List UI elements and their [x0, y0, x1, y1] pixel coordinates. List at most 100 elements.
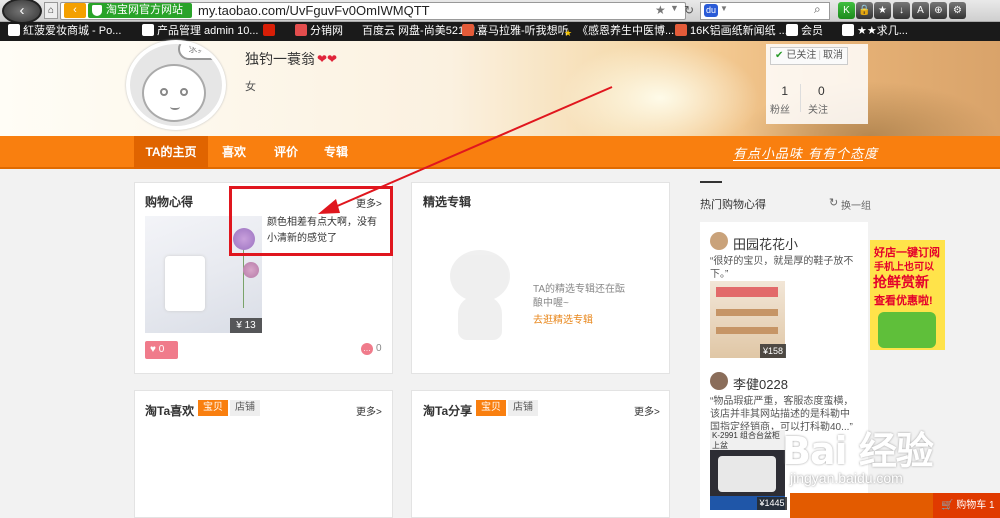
- albums-empty-text: TA的精选专辑还在酝酿中喔~: [533, 284, 626, 309]
- refresh-icon[interactable]: ↻: [684, 3, 694, 17]
- bookmark-item[interactable]: 紅菠爱妆商城 - Po...: [8, 22, 121, 41]
- liked-items-more-link[interactable]: 更多>: [356, 403, 382, 418]
- bookmark-item[interactable]: ★ 《感恩养生中医博...: [562, 22, 674, 41]
- liked-items-title: 淘Ta喜欢: [145, 404, 195, 418]
- shared-tab-shops[interactable]: 店铺: [508, 400, 538, 416]
- back-chevron-icon[interactable]: ‹: [64, 3, 86, 18]
- star-icon[interactable]: ★: [874, 2, 891, 19]
- page-icon: [842, 24, 854, 36]
- banner-light: [560, 41, 760, 136]
- bookmark-label: 分销网: [310, 25, 343, 37]
- tab-albums[interactable]: 专辑: [314, 136, 358, 169]
- review-product-price: ¥158: [760, 344, 786, 358]
- avatar[interactable]: 求真信: [126, 40, 226, 130]
- page-icon: [142, 24, 154, 36]
- bookmark-label: 喜马拉雅-听我想听: [477, 25, 569, 37]
- ximalaya-icon: [462, 24, 474, 36]
- tab-home[interactable]: TA的主页: [134, 136, 208, 169]
- review-snippet[interactable]: “很好的宝贝，就是厚的鞋子放不下。”: [710, 255, 856, 281]
- tab-reviews[interactable]: 评价: [264, 136, 308, 169]
- bookmarks-bar: 紅菠爱妆商城 - Po... 产品管理 admin 10... 分销网 百度云 网盘-…: [0, 22, 1000, 41]
- featured-albums-title: 精选专辑: [423, 195, 472, 209]
- avatar-face-icon: [142, 64, 206, 122]
- profile-name: 独钓一蓑翁: [245, 51, 315, 67]
- ad-headline: 抢鲜赏新: [873, 274, 929, 290]
- taobao-icon: [675, 24, 687, 36]
- review-user-name[interactable]: 田园花花小: [733, 234, 798, 253]
- k-icon[interactable]: K: [838, 2, 855, 19]
- search-engine-dropdown-icon[interactable]: ▼: [720, 4, 728, 13]
- user-avatar[interactable]: [710, 372, 728, 390]
- search-icon[interactable]: ⌕: [814, 2, 821, 17]
- bookmark-item[interactable]: 分销网: [295, 22, 343, 41]
- swap-batch-button[interactable]: 换一组: [841, 197, 871, 212]
- review-user-name[interactable]: 李健0228: [733, 374, 788, 393]
- cart-label: 购物车: [956, 500, 987, 511]
- ad-line: 手机上也可以: [874, 262, 934, 273]
- zoom-icon[interactable]: ⊕: [930, 2, 947, 19]
- ad-line: 查看优惠啦!: [874, 295, 933, 307]
- like-count: 0: [158, 344, 165, 355]
- bookmark-label: 紅菠爱妆商城 - Po...: [23, 25, 122, 37]
- url-dropdown-icon[interactable]: ▼: [670, 3, 679, 13]
- following-label: 关注: [808, 105, 828, 116]
- fans-label: 粉丝: [770, 105, 790, 116]
- bookmark-star-icon[interactable]: ★: [655, 3, 666, 17]
- page-icon: [786, 24, 798, 36]
- font-icon[interactable]: A: [912, 2, 929, 19]
- baidu-jingyan-watermark: Bai 经验: [782, 429, 934, 473]
- bookmark-label: 产品管理 admin 10...: [157, 25, 259, 37]
- shopping-reviews-title: 购物心得: [145, 195, 194, 209]
- profile-gender: 女: [245, 81, 256, 93]
- star-icon: ★: [563, 28, 573, 38]
- slogan-underline: [733, 160, 863, 161]
- bookmark-label: 会员: [801, 25, 823, 37]
- browse-albums-link[interactable]: 去逛精选专辑: [533, 311, 593, 326]
- follow-status-button[interactable]: ✔ 已关注 | 取消: [770, 47, 848, 65]
- home-icon[interactable]: ⌂: [44, 2, 58, 19]
- watermark-url: jingyan.baidu.com: [790, 470, 903, 486]
- bookmark-item[interactable]: 会员: [786, 22, 823, 41]
- shared-items-more-link[interactable]: 更多>: [634, 403, 660, 418]
- refresh-icon[interactable]: ↻: [829, 196, 838, 209]
- follow-status-label: 已关注: [786, 50, 817, 61]
- bookmark-item[interactable]: [263, 22, 278, 41]
- cart-bar: [790, 493, 933, 518]
- comment-icon[interactable]: …: [361, 343, 373, 355]
- heart-badge-icon: ❤❤: [317, 52, 338, 66]
- highlight-box: [229, 186, 393, 256]
- shield-icon: [92, 5, 102, 16]
- ad-mascot-icon: [878, 312, 936, 348]
- hot-reviews-title: 热门购物心得: [700, 199, 766, 211]
- site-badge-label: 淘宝网官方网站: [106, 4, 183, 16]
- baidu-paw-icon[interactable]: du: [704, 4, 718, 17]
- baidu-paw-icon: [263, 24, 275, 36]
- page-icon: [8, 24, 20, 36]
- url-text[interactable]: my.taobao.com/UvFguvFv0OmIWMQTT: [198, 3, 430, 18]
- bookmark-item[interactable]: 16K铝画纸新闻纸 ...: [675, 22, 788, 41]
- review-product-price: ¥1445: [757, 497, 787, 510]
- gear-icon[interactable]: ⚙: [949, 2, 966, 19]
- bookmark-item[interactable]: ★★求几...: [842, 22, 908, 41]
- following-count[interactable]: 0: [818, 84, 825, 98]
- shared-items-title: 淘Ta分享: [423, 404, 473, 418]
- product-image-caption: K-2991 组合台盆柜上盆: [710, 430, 785, 450]
- tab-likes[interactable]: 喜欢: [212, 136, 256, 169]
- download-icon[interactable]: ↓: [893, 2, 910, 19]
- shared-tab-items[interactable]: 宝贝: [476, 400, 506, 416]
- subscribe-ad-banner[interactable]: 好店一键订阅 手机上也可以 抢鲜赏新 查看优惠啦!: [870, 240, 945, 350]
- hot-reviews-accent: [700, 181, 722, 183]
- like-button[interactable]: ♥ 0: [145, 341, 178, 359]
- bookmark-item[interactable]: 产品管理 admin 10...: [142, 22, 258, 41]
- bookmark-item[interactable]: 喜马拉雅-听我想听: [462, 22, 569, 41]
- liked-tab-shops[interactable]: 店铺: [230, 400, 260, 416]
- unfollow-button[interactable]: 取消: [823, 50, 843, 61]
- empty-mascot-icon: [440, 250, 518, 342]
- lock-icon[interactable]: 🔒: [856, 2, 873, 19]
- user-avatar[interactable]: [710, 232, 728, 250]
- liked-tab-items[interactable]: 宝贝: [198, 400, 228, 416]
- comment-count: 0: [376, 343, 382, 354]
- cart-button[interactable]: 🛒 购物车 1: [933, 493, 1000, 518]
- product-price-tag: ¥ 13: [230, 318, 262, 333]
- fans-count[interactable]: 1: [778, 84, 788, 98]
